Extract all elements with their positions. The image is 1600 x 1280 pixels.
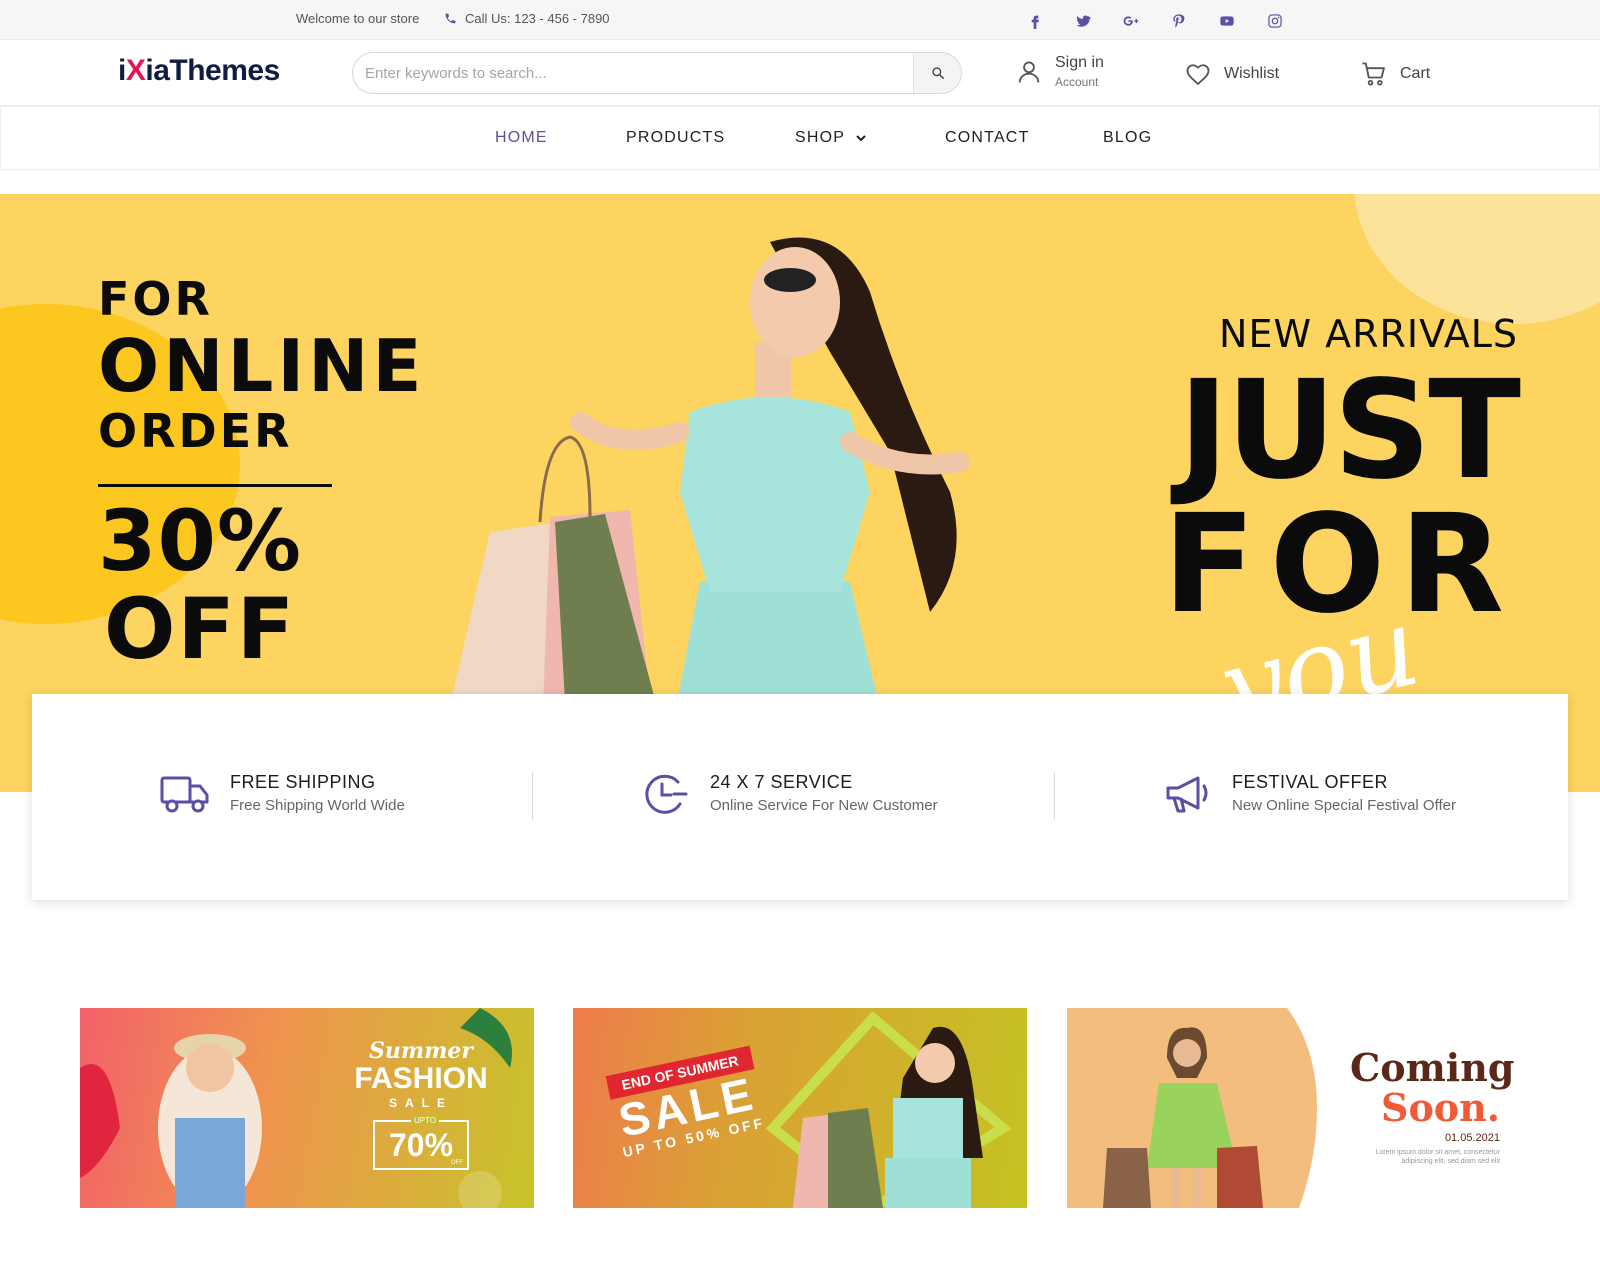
feature-title: FESTIVAL OFFER (1232, 772, 1389, 792)
search-button[interactable] (913, 53, 961, 93)
coming-soon-description: Lorem ipsum dolor sit amet, consectetur … (1375, 1149, 1501, 1165)
phone-text: Call Us: 123 - 456 - 7890 (465, 11, 610, 26)
nav-shop-label: SHOP (795, 129, 846, 146)
hero-line-order: ORDER (98, 404, 293, 458)
sign-in-link[interactable]: Sign in Account (1015, 54, 1104, 89)
banner-summer-fashion[interactable]: Summer FASHION SALE UPTO 70% OFF (80, 1008, 534, 1208)
user-icon (1018, 61, 1040, 83)
cart-icon (1362, 62, 1385, 86)
nav-products[interactable]: PRODUCTS (626, 129, 725, 147)
nav-shop[interactable]: SHOP (795, 129, 867, 147)
discount-box: UPTO 70% OFF (373, 1116, 469, 1170)
phone-info: Call Us: 123 - 456 - 7890 (444, 11, 610, 26)
summer-fashion-text: Summer FASHION SALE UPTO 70% OFF (346, 1038, 496, 1170)
truck-icon (160, 776, 209, 813)
sign-in-label: Sign in (1055, 54, 1104, 71)
feature-festival-offer: FESTIVAL OFFER New Online Special Festiv… (1162, 772, 1456, 816)
pinterest-icon[interactable] (1170, 12, 1188, 30)
off-label: OFF (451, 1160, 463, 1166)
nav-home[interactable]: HOME (495, 129, 548, 147)
coming-soon-date: 01.05.2021 (1444, 1132, 1500, 1144)
coming-soon-text: Coming Soon. 01.05.2021 Lorem ipsum dolo… (1350, 1045, 1515, 1166)
search-input[interactable] (353, 53, 913, 93)
hero-right-text: NEW ARRIVALS JUST FOR you (1163, 312, 1521, 754)
upto-label: UPTO (411, 1116, 440, 1125)
chevron-down-icon (856, 135, 866, 142)
hero-just-text: JUST (1178, 352, 1521, 510)
hero-divider (98, 484, 332, 487)
youtube-icon[interactable] (1218, 12, 1236, 30)
features-bar: FREE SHIPPING Free Shipping World Wide 2… (32, 694, 1568, 900)
banner-coming-soon[interactable]: Coming Soon. 01.05.2021 Lorem ipsum dolo… (1067, 1008, 1521, 1208)
feature-title: FREE SHIPPING (230, 772, 376, 792)
banner-end-of-summer[interactable]: END OF SUMMER SALE UP TO 50% OFF (573, 1008, 1027, 1208)
new-arrivals-label: NEW ARRIVALS (1219, 312, 1518, 356)
welcome-text: Welcome to our store (296, 11, 420, 26)
hero-line-percent: 30% (98, 492, 303, 590)
cart-link[interactable]: Cart (1360, 60, 1430, 88)
cart-label: Cart (1400, 65, 1431, 82)
google-plus-icon[interactable] (1122, 12, 1140, 30)
hero-circle-right (1354, 194, 1600, 324)
search-icon (931, 67, 944, 80)
search-bar (352, 52, 962, 94)
feature-subtitle: Free Shipping World Wide (230, 797, 405, 814)
account-label: Account (1055, 75, 1099, 89)
wishlist-link[interactable]: Wishlist (1184, 60, 1279, 88)
site-header: iXiaThemes Sign in Account Wishlist Cart (0, 40, 1600, 106)
nav-contact[interactable]: CONTACT (945, 129, 1030, 147)
summer-script: Summer (368, 1038, 474, 1064)
wishlist-label: Wishlist (1224, 65, 1280, 82)
main-nav: HOME PRODUCTS SHOP CONTACT BLOG (0, 106, 1600, 170)
clock-icon (645, 774, 688, 814)
feature-divider (1054, 772, 1055, 820)
nav-blog[interactable]: BLOG (1103, 129, 1152, 147)
hero-line-online: ONLINE (98, 324, 426, 408)
soon-title: Soon. (1381, 1085, 1500, 1130)
coming-title: Coming (1350, 1045, 1515, 1090)
feature-subtitle: New Online Special Festival Offer (1232, 797, 1456, 814)
fashion-title: FASHION (354, 1062, 488, 1095)
instagram-icon[interactable] (1266, 12, 1284, 30)
feature-title: 24 X 7 SERVICE (710, 772, 853, 792)
megaphone-icon (1166, 776, 1208, 813)
hero-left-text: FOR ONLINE ORDER 30% OFF (98, 276, 426, 673)
feature-subtitle: Online Service For New Customer (710, 797, 938, 814)
facebook-icon[interactable] (1026, 12, 1044, 30)
hero-line-for: FOR (98, 272, 213, 326)
hero-line-off: OFF (104, 580, 297, 678)
feature-divider (532, 772, 533, 820)
heart-icon (1186, 64, 1210, 86)
social-links (1026, 12, 1284, 30)
feature-free-shipping: FREE SHIPPING Free Shipping World Wide (160, 772, 405, 816)
site-logo[interactable]: iXiaThemes (118, 54, 280, 88)
phone-icon (445, 13, 456, 24)
sale-label: SALE (388, 1096, 453, 1110)
feature-24x7-service: 24 X 7 SERVICE Online Service For New Cu… (640, 772, 938, 816)
top-bar: Welcome to our store Call Us: 123 - 456 … (0, 0, 1600, 40)
twitter-icon[interactable] (1074, 12, 1092, 30)
